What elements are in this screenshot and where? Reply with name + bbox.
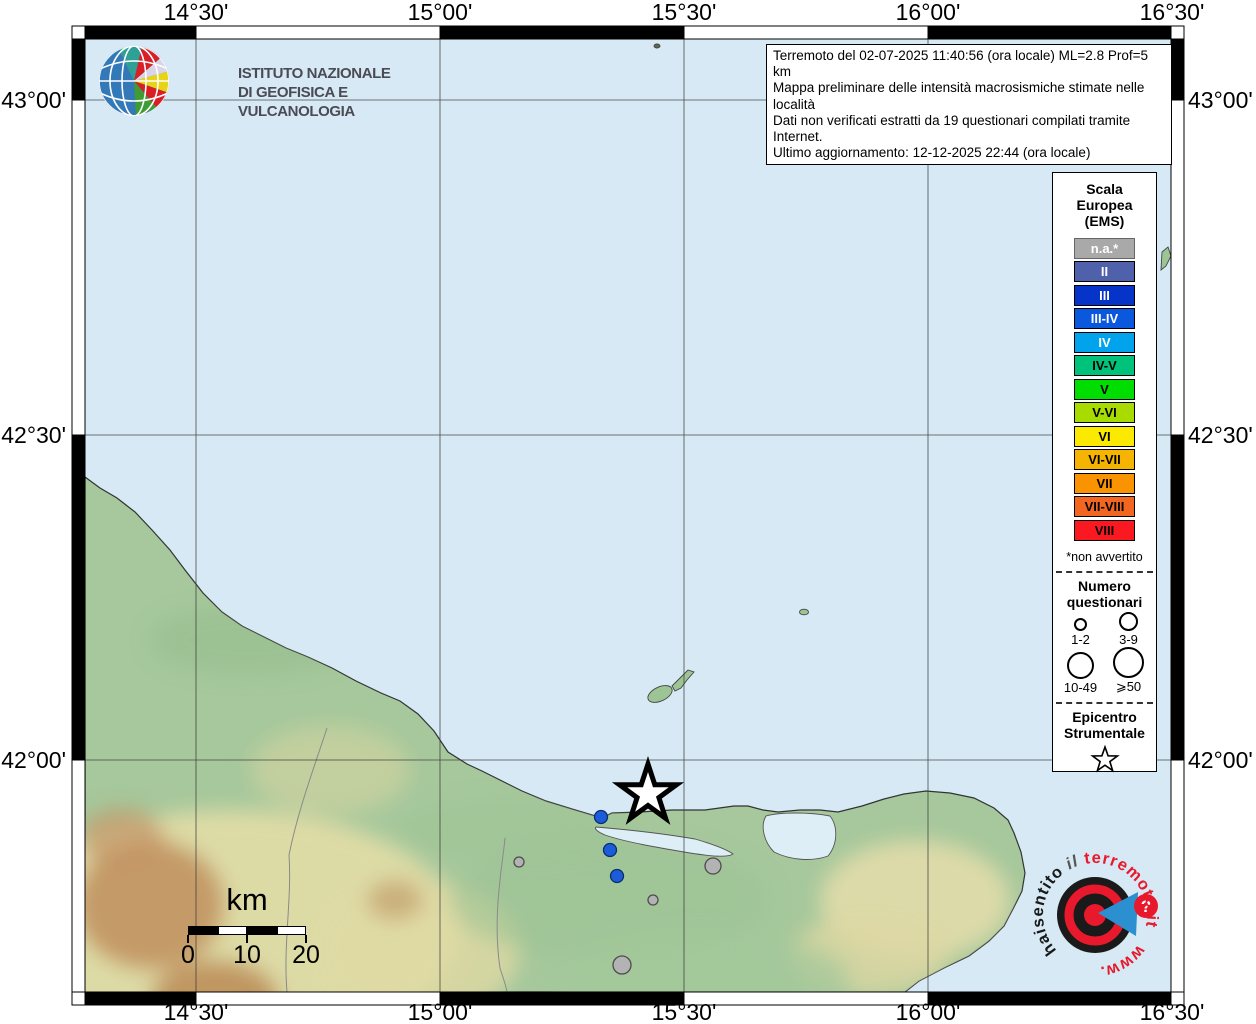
haisentito-logo: ? haisentito il terremoto.it www. xyxy=(1020,840,1170,990)
scale-bar xyxy=(188,926,306,935)
size-key-circle xyxy=(1074,618,1087,631)
info-line-3: Dati non verificati estratti da 19 quest… xyxy=(773,113,1165,145)
lat-label-left-1: 42°30' xyxy=(0,423,66,447)
scalebar-unit: km xyxy=(188,882,306,918)
lon-label-top-3: 16°00' xyxy=(883,0,973,25)
size-key-circle xyxy=(1113,647,1144,678)
ems-swatch-VI-VII: VI-VII xyxy=(1074,449,1135,470)
size-key-3-9: 3-9 xyxy=(1105,612,1153,647)
legend-title-2: Europea xyxy=(1053,197,1156,213)
lat-label-right-1: 42°30' xyxy=(1188,423,1256,447)
lon-label-bottom-2: 15°30' xyxy=(639,1000,729,1024)
lon-label-bottom-0: 14°30' xyxy=(151,1000,241,1024)
lon-label-top-1: 15°00' xyxy=(395,0,485,25)
info-line-1: Terremoto del 02-07-2025 11:40:56 (ora l… xyxy=(773,48,1165,80)
lat-label-left-0: 43°00' xyxy=(0,88,66,112)
size-key-label: 1-2 xyxy=(1071,632,1090,647)
logo-text-il: il xyxy=(1063,852,1081,873)
questionnaire-dot-gray xyxy=(648,895,658,905)
size-key-10-49: 10-49 xyxy=(1057,647,1105,695)
ingv-line-2: DI GEOFISICA E VULCANOLOGIA xyxy=(238,83,416,121)
lat-label-left-2: 42°00' xyxy=(0,748,66,772)
legend-divider-2 xyxy=(1056,702,1153,704)
ems-swatch-IV: IV xyxy=(1074,332,1135,353)
scalebar-num-10: 10 xyxy=(222,941,272,970)
ems-swatch-V: V xyxy=(1074,379,1135,400)
ems-swatch-III-IV: III-IV xyxy=(1074,308,1135,329)
legend-panel: Scala Europea (EMS) n.a.*IIIIIIII-IVIVIV… xyxy=(1052,172,1157,772)
ems-swatch-VII-VIII: VII-VIII xyxy=(1074,496,1135,517)
ems-swatch-n.a.*: n.a.* xyxy=(1074,238,1135,259)
questionnaire-dot-gray xyxy=(705,858,721,874)
ems-swatch-V-VI: V-VI xyxy=(1074,402,1135,423)
ingv-globe-icon xyxy=(96,44,174,120)
epicenter-key-star-icon xyxy=(1085,743,1125,775)
earthquake-info-box: Terremoto del 02-07-2025 11:40:56 (ora l… xyxy=(766,44,1172,165)
legend-footnote: *non avvertito xyxy=(1053,550,1156,564)
size-key-label: 10-49 xyxy=(1064,680,1097,695)
lon-label-bottom-4: 16°30' xyxy=(1127,1000,1217,1024)
questionnaire-dot-gray xyxy=(613,956,631,974)
questionnaire-dot-blue xyxy=(604,844,617,857)
epicenter-key-title-1: Epicentro xyxy=(1053,709,1156,725)
legend-divider-1 xyxy=(1056,571,1153,573)
ingv-intensity-map-page: 14°30' 15°00' 15°30' 16°00' 16°30' 14°30… xyxy=(0,0,1256,1024)
ingv-line-1: ISTITUTO NAZIONALE xyxy=(238,64,416,83)
lagoon-varano xyxy=(763,813,836,859)
epicenter-key-title-2: Strumentale xyxy=(1053,725,1156,741)
legend-title-3: (EMS) xyxy=(1053,213,1156,229)
lon-label-top-0: 14°30' xyxy=(151,0,241,25)
questionnaire-title-1: Numero xyxy=(1053,578,1156,594)
island-pianosa xyxy=(800,609,809,615)
scalebar-num-20: 20 xyxy=(281,941,331,970)
map-terrain xyxy=(0,39,1171,1024)
questionnaire-size-key: 1-2 3-9 10-49 ⩾50 xyxy=(1057,612,1153,695)
scalebar-num-0: 0 xyxy=(163,941,213,970)
ingv-logo: ISTITUTO NAZIONALE DI GEOFISICA E VULCAN… xyxy=(96,44,416,120)
questionnaire-dot-blue xyxy=(595,811,608,824)
ems-swatch-II: II xyxy=(1074,261,1135,282)
ems-swatch-VII: VII xyxy=(1074,473,1135,494)
size-key-⩾50: ⩾50 xyxy=(1105,647,1153,695)
legend-title-1: Scala xyxy=(1053,181,1156,197)
islet-speck xyxy=(654,44,660,48)
ingv-wordmark: ISTITUTO NAZIONALE DI GEOFISICA E VULCAN… xyxy=(238,64,416,121)
info-line-4: Ultimo aggiornamento: 12-12-2025 22:44 (… xyxy=(773,145,1165,161)
size-key-circle xyxy=(1067,652,1094,679)
size-key-label: 3-9 xyxy=(1119,632,1138,647)
size-key-1-2: 1-2 xyxy=(1057,612,1105,647)
lon-label-bottom-1: 15°00' xyxy=(395,1000,485,1024)
ems-swatch-VI: VI xyxy=(1074,426,1135,447)
size-key-circle xyxy=(1119,612,1138,631)
ems-swatches: n.a.*IIIIIIII-IVIVIV-VVV-VIVIVI-VIIVIIVI… xyxy=(1053,238,1156,541)
lat-label-right-2: 42°00' xyxy=(1188,748,1256,772)
info-line-2: Mappa preliminare delle intensità macros… xyxy=(773,80,1165,112)
questionnaire-dot-gray xyxy=(514,857,524,867)
ems-swatch-VIII: VIII xyxy=(1074,520,1135,541)
ems-swatch-III: III xyxy=(1074,285,1135,306)
questionnaire-dot-blue xyxy=(611,870,624,883)
lon-label-top-2: 15°30' xyxy=(639,0,729,25)
lon-label-top-4: 16°30' xyxy=(1127,0,1217,25)
ems-swatch-IV-V: IV-V xyxy=(1074,355,1135,376)
lat-label-right-0: 43°00' xyxy=(1188,88,1256,112)
lon-label-bottom-3: 16°00' xyxy=(883,1000,973,1024)
questionnaire-title-2: questionari xyxy=(1053,594,1156,610)
size-key-label: ⩾50 xyxy=(1116,679,1141,695)
